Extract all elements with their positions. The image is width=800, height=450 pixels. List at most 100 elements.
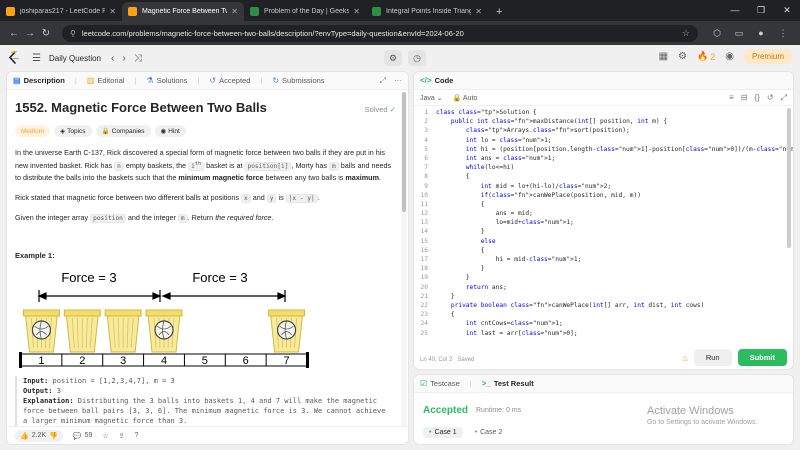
random-icon[interactable]: ⤨ (134, 53, 142, 64)
browser-tab[interactable]: joshiparas217 - LeetCode Profi✕ (0, 2, 122, 21)
maximize-icon[interactable]: ❐ (748, 0, 774, 21)
browser-tab-active[interactable]: Magnetic Force Between Two B ✕ (122, 2, 244, 21)
problem-list-icon[interactable]: ☰ (32, 53, 41, 64)
site-info-icon[interactable]: ⚲ (70, 29, 76, 38)
scroll-thumb[interactable] (402, 92, 406, 212)
code-text: } (436, 228, 485, 236)
console-icon[interactable]: ⌂ (682, 353, 687, 363)
code-line[interactable]: 24 int cntCows=class="num">1; (414, 319, 793, 328)
code-line[interactable]: 11 { (414, 200, 793, 209)
streak-badge[interactable]: 🔥 2 (697, 51, 715, 62)
close-window-icon[interactable]: ✕ (774, 0, 800, 21)
minimize-icon[interactable]: — (722, 0, 748, 21)
code-line[interactable]: 13 lo=mid+class="num">1; (414, 218, 793, 227)
code-line[interactable]: 10 if(class="fn">canWePlace(position, mi… (414, 191, 793, 200)
code-line[interactable]: 17 hi = mid-class="num">1; (414, 255, 793, 264)
avatar[interactable]: ◉ (725, 51, 734, 62)
code-line[interactable]: 21 } (414, 292, 793, 301)
close-icon[interactable]: ✕ (109, 7, 116, 16)
language-select[interactable]: Java ⌄ (420, 94, 443, 102)
like-button[interactable]: 👍 2.2K 👎 (15, 429, 63, 442)
case-tab-1[interactable]: • Case 1 (423, 427, 463, 438)
tab-testcase[interactable]: ☑ Testcase (420, 379, 460, 388)
thumbs-down-icon[interactable]: 👎 (49, 432, 58, 440)
tab-editorial[interactable]: ▥ Editorial (87, 76, 125, 85)
next-problem-icon[interactable]: › (122, 53, 125, 64)
code-line[interactable]: 1 class class="tp">Solution { (414, 108, 793, 117)
description-scrollbar[interactable] (401, 92, 407, 426)
code-line[interactable]: 14 } (414, 227, 793, 236)
code-line[interactable]: 22 private boolean class="fn">canWePlace… (414, 301, 793, 310)
code-line[interactable]: 12 ans = mid; (414, 209, 793, 218)
daily-question-label[interactable]: Daily Question (49, 54, 101, 63)
code-line[interactable]: 5 int hi = (position[position.length-cla… (414, 145, 793, 154)
timer-icon[interactable]: ◷ (408, 50, 426, 66)
premium-button[interactable]: Premium (743, 49, 792, 64)
code-editor[interactable]: 1 class class="tp">Solution {2 public int… (414, 108, 793, 352)
reload-icon[interactable]: ↻ (38, 28, 54, 39)
run-button[interactable]: Run (693, 349, 732, 366)
settings-icon[interactable]: ⚙ (678, 51, 687, 62)
code-line[interactable]: 23 { (414, 310, 793, 319)
code-line[interactable]: 15 else (414, 237, 793, 246)
tab-solutions[interactable]: ⚗ Solutions (146, 76, 187, 85)
expand-icon[interactable]: ⤢ (380, 76, 386, 86)
share-icon[interactable]: ⇪ (119, 432, 125, 440)
forward-icon[interactable]: → (22, 28, 38, 39)
sidepanel-icon[interactable]: ▭ (728, 28, 750, 39)
favorite-icon[interactable]: ☆ (102, 432, 108, 440)
code-line[interactable]: 16 { (414, 246, 793, 255)
code-line[interactable]: 19 } (414, 273, 793, 282)
code-text: int lo = class="num">1; (465, 136, 552, 144)
prev-problem-icon[interactable]: ‹ (111, 53, 114, 64)
reset-icon[interactable]: ↺ (767, 93, 774, 103)
code-scrollbar[interactable] (787, 108, 792, 338)
back-icon[interactable]: ← (6, 28, 22, 39)
extensions-icon[interactable]: ⬡ (706, 28, 728, 39)
tab-test-result[interactable]: >_ Test Result (482, 379, 534, 388)
code-line[interactable]: 8 { (414, 172, 793, 181)
code-line[interactable]: 7 while(lo<=hi) (414, 163, 793, 172)
hint-tag[interactable]: ◉ Hint (154, 125, 186, 137)
code-line[interactable]: 18 } (414, 264, 793, 273)
problem-title[interactable]: 1552. Magnetic Force Between Two Balls (15, 100, 393, 115)
scroll-thumb[interactable] (787, 108, 791, 248)
code-line[interactable]: 20 return ans; (414, 283, 793, 292)
problem-tags: Medium ◈ Topics 🔒 Companies ◉ Hint (15, 125, 393, 137)
code-line[interactable]: 2 public int class="fn">maxDistance(int[… (414, 117, 793, 126)
more-icon[interactable]: ⋯ (394, 76, 402, 86)
close-icon[interactable]: ✕ (353, 7, 360, 16)
code-line[interactable]: 4 int lo = class="num">1; (414, 136, 793, 145)
new-tab-button[interactable]: + (488, 2, 510, 21)
close-icon[interactable]: ✕ (475, 7, 482, 16)
debug-icon[interactable]: ⚙ (384, 50, 402, 66)
topics-tag[interactable]: ◈ Topics (54, 125, 92, 137)
companies-tag[interactable]: 🔒 Companies (95, 125, 151, 137)
code-line[interactable]: 3 class="tp">Arrays.class="fn">sort(posi… (414, 126, 793, 135)
code-line[interactable]: 6 int ans = class="num">1; (414, 154, 793, 163)
profile-icon[interactable]: ● (750, 28, 772, 38)
format-icon[interactable]: ≡ (729, 93, 734, 103)
tab-accepted[interactable]: ↺ Accepted (209, 76, 250, 85)
layout-icon[interactable]: ▦ (659, 51, 668, 62)
url-input[interactable]: ⚲ leetcode.com/problems/magnetic-force-b… (62, 24, 698, 42)
code-line[interactable]: 25 int last = arr[class="num">0]; (414, 329, 793, 338)
bookmark-star-icon[interactable]: ☆ (682, 28, 690, 39)
browser-tab[interactable]: Integral Points Inside Triangle |✕ (366, 2, 488, 21)
submit-button[interactable]: Submit (737, 349, 787, 366)
braces-icon[interactable]: {} (755, 93, 760, 103)
tab-description[interactable]: ▤ Description (13, 76, 65, 85)
help-icon[interactable]: ? (135, 432, 139, 439)
comments-button[interactable]: 💬 59 (73, 432, 93, 440)
close-icon[interactable]: ✕ (231, 7, 238, 16)
code-line[interactable]: 9 int mid = lo+(hi-lo)/class="num">2; (414, 182, 793, 191)
case-tab-2[interactable]: • Case 2 (469, 427, 509, 438)
browser-tab[interactable]: Problem of the Day | GeeksforG✕ (244, 2, 366, 21)
menu-icon[interactable]: ⋮ (772, 28, 794, 39)
auto-toggle[interactable]: 🔒 Auto (453, 94, 478, 102)
fullscreen-icon[interactable]: ⤢ (781, 93, 787, 103)
tab-code[interactable]: </> Code (420, 76, 453, 85)
leetcode-logo[interactable] (8, 51, 20, 65)
tab-submissions[interactable]: ↻ Submissions (272, 76, 324, 85)
bookmark-icon[interactable]: ⊟ (741, 93, 748, 103)
